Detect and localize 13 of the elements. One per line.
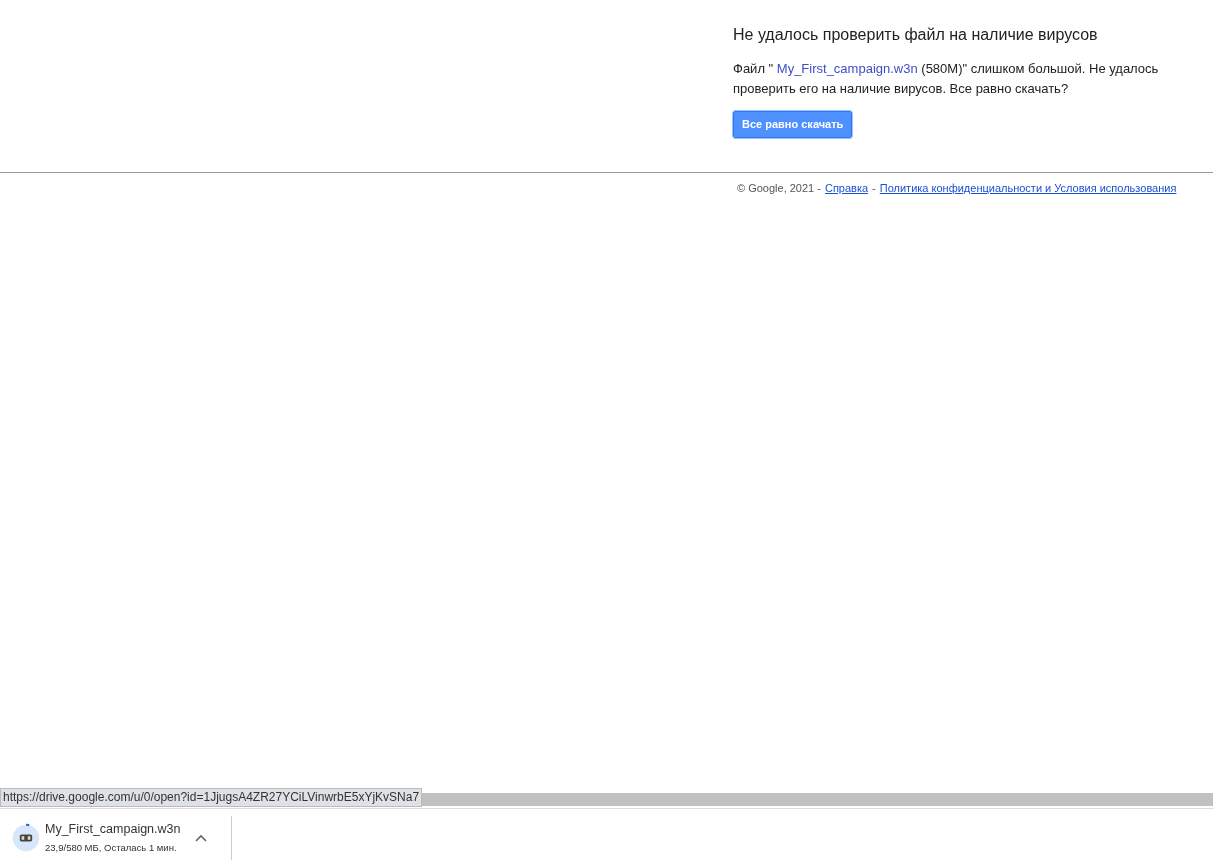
policy-link[interactable]: Политика конфиденциальности и Условия использования bbox=[879, 180, 1177, 197]
help-link[interactable]: Справка bbox=[824, 180, 869, 197]
download-filename: My_First_campaign.w3n bbox=[45, 821, 182, 838]
download-progress-text: 23,9/580 МБ, Осталась 1 мин. bbox=[45, 841, 178, 855]
chevron-up-icon[interactable] bbox=[195, 833, 207, 842]
download-item[interactable]: My_First_campaign.w3n 23,9/580 МБ, Осталась 1 мин. bbox=[0, 815, 232, 860]
status-url-tooltip: https://drive.google.com/u/0/open?id=1JjugsA4ZR27YCiLVinwrbE5xYjKvSNa7 bbox=[0, 788, 423, 807]
copyright-text: © Google, 2021 - bbox=[737, 181, 821, 196]
warning-message: Файл " My_First_campaign.w3n (580M)" слишком большой. Не удалось проверить его на наличие вирусов. Все равно скачать? bbox=[733, 60, 1160, 98]
download-progress-icon bbox=[11, 822, 41, 853]
page-title: Не удалось проверить файл на наличие вирусов bbox=[733, 25, 1099, 45]
separator-text: - bbox=[872, 181, 876, 196]
file-link[interactable]: My_First_campaign.w3n bbox=[776, 61, 918, 76]
